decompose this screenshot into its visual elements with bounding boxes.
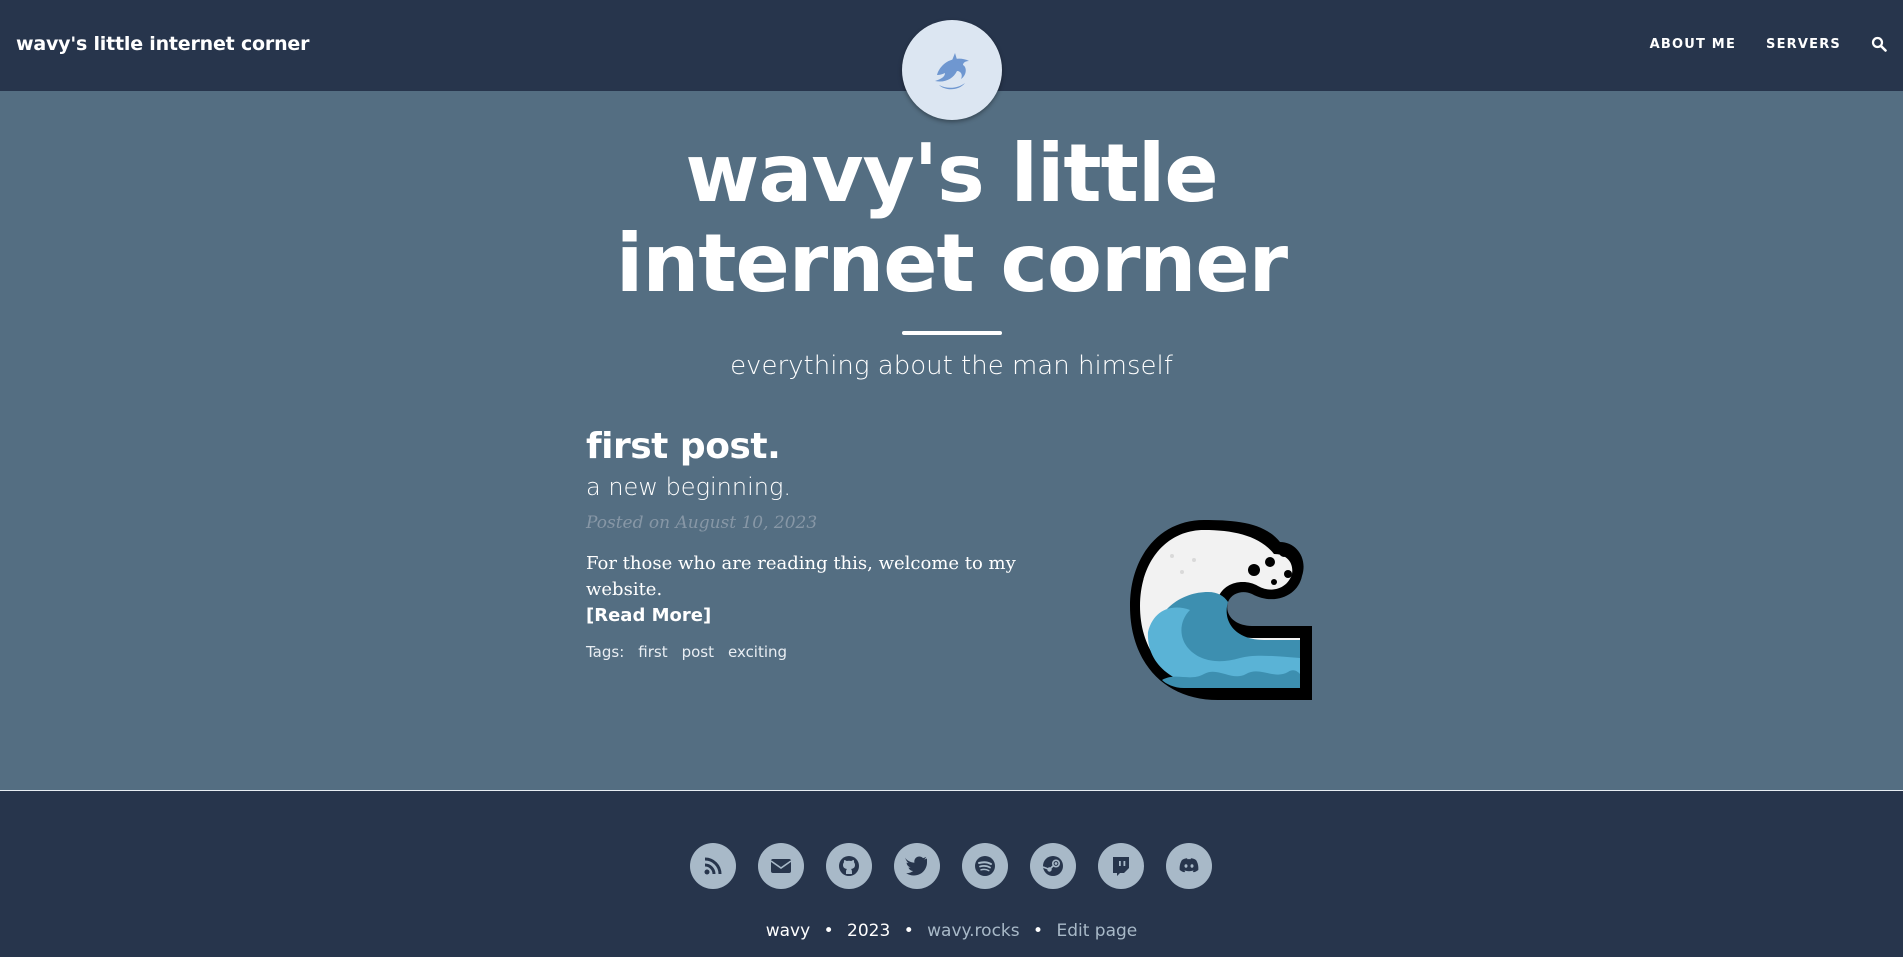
email-button[interactable] bbox=[758, 843, 804, 889]
post-subtitle: a new beginning. bbox=[586, 473, 791, 501]
github-icon bbox=[839, 856, 859, 876]
github-button[interactable] bbox=[826, 843, 872, 889]
rss-icon bbox=[704, 857, 722, 875]
twitter-button[interactable] bbox=[894, 843, 940, 889]
read-more-link[interactable]: [Read More] bbox=[586, 603, 711, 629]
edit-page-link[interactable]: Edit page bbox=[1056, 921, 1137, 941]
twitch-icon bbox=[1113, 857, 1129, 876]
steam-button[interactable] bbox=[1030, 843, 1076, 889]
search-icon[interactable] bbox=[1871, 36, 1887, 52]
post-entry-text: For those who are reading this, welcome … bbox=[586, 553, 1016, 600]
tag-exciting[interactable]: exciting bbox=[728, 643, 787, 661]
footer: wavy • 2023 • wavy.rocks • Edit page bbox=[0, 790, 1903, 957]
tags-label: Tags: bbox=[586, 643, 625, 661]
nav-about-me[interactable]: ABOUT ME bbox=[1650, 37, 1736, 52]
social-links bbox=[690, 843, 1212, 889]
email-icon bbox=[770, 859, 792, 873]
twitch-button[interactable] bbox=[1098, 843, 1144, 889]
water-wave-icon[interactable] bbox=[1124, 512, 1318, 706]
dolphin-icon bbox=[935, 53, 969, 90]
copyright-line: wavy • 2023 • wavy.rocks • Edit page bbox=[0, 921, 1903, 941]
navbar: wavy's little internet corner ABOUT ME S… bbox=[0, 0, 1903, 120]
discord-button[interactable] bbox=[1166, 843, 1212, 889]
spotify-button[interactable] bbox=[962, 843, 1008, 889]
discord-icon bbox=[1179, 858, 1199, 873]
copyright-year: 2023 bbox=[847, 921, 891, 941]
rss-button[interactable] bbox=[690, 843, 736, 889]
post-title-link[interactable]: first post. bbox=[586, 425, 1346, 469]
spotify-icon bbox=[975, 856, 995, 876]
hero-subtitle: everything about the man himself bbox=[730, 351, 1173, 381]
nav-servers[interactable]: SERVERS bbox=[1766, 37, 1841, 52]
post-entry: For those who are reading this, welcome … bbox=[586, 551, 1066, 629]
tag-first[interactable]: first bbox=[638, 643, 667, 661]
site-link[interactable]: wavy.rocks bbox=[927, 921, 1020, 941]
hero-divider bbox=[901, 331, 1002, 335]
hero-title: wavy's little internet corner bbox=[615, 127, 1288, 310]
separator-dot: • bbox=[1033, 921, 1044, 941]
site-brand-link[interactable]: wavy's little internet corner bbox=[16, 33, 309, 55]
hero-header: wavy's little internet corner everything… bbox=[0, 91, 1903, 382]
steam-icon bbox=[1042, 856, 1063, 876]
copyright-author: wavy bbox=[765, 921, 811, 941]
tag-post[interactable]: post bbox=[682, 643, 714, 661]
separator-dot: • bbox=[903, 921, 914, 941]
twitter-icon bbox=[905, 856, 927, 876]
separator-dot: • bbox=[823, 921, 834, 941]
nav-links: ABOUT ME SERVERS bbox=[1650, 36, 1887, 52]
